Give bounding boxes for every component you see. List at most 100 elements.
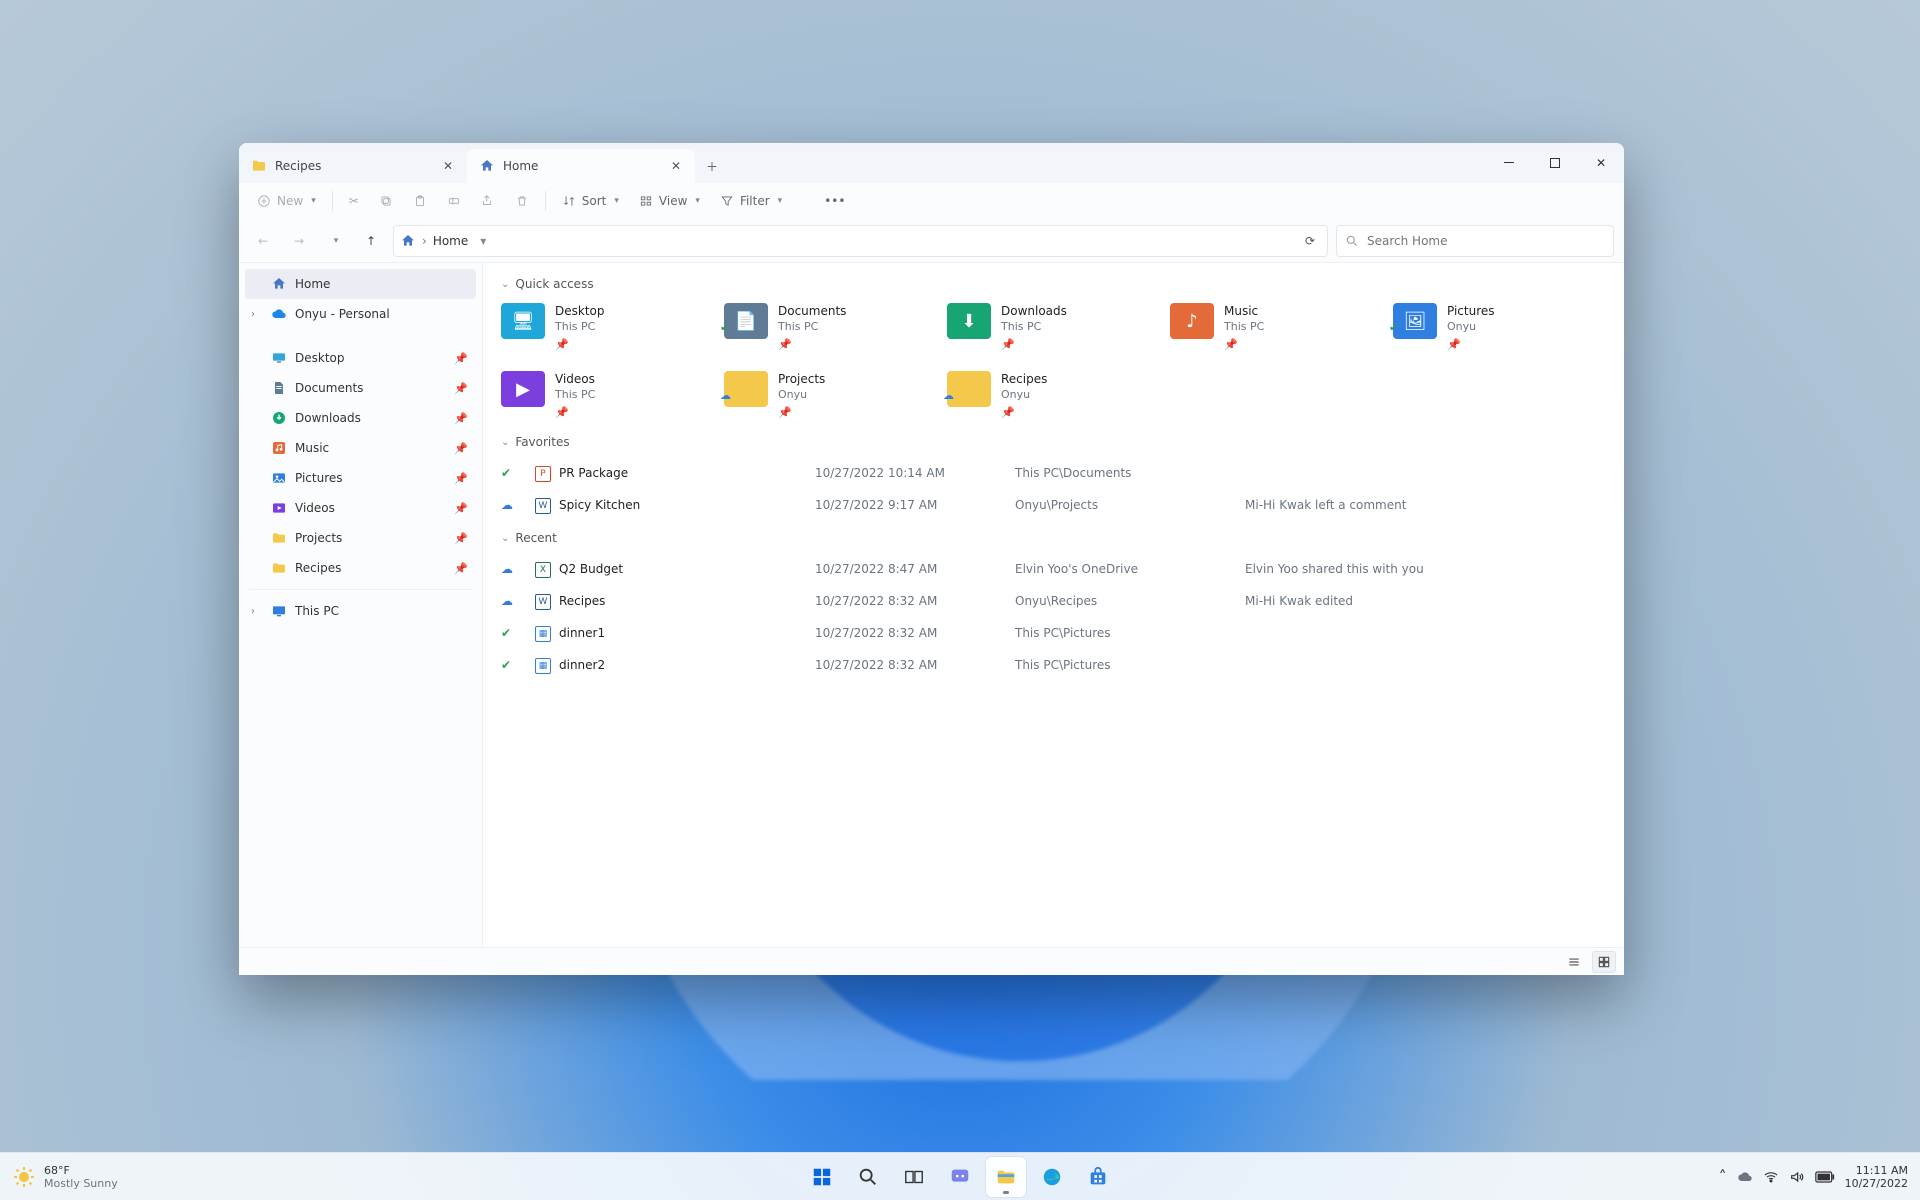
search-box[interactable]	[1336, 225, 1614, 257]
volume-icon[interactable]	[1789, 1169, 1805, 1185]
taskbar-app-explorer[interactable]	[986, 1157, 1026, 1197]
tab-recipes[interactable]: Recipes ✕	[239, 149, 467, 183]
file-row[interactable]: ✔▦dinner110/27/2022 8:32 AMThis PC\Pictu…	[501, 617, 1606, 649]
sidebar-item-music[interactable]: Music📌	[245, 433, 476, 463]
address-crumb[interactable]: Home	[433, 234, 468, 248]
taskbar-app-store[interactable]	[1078, 1157, 1118, 1197]
close-tab-button[interactable]: ✕	[667, 157, 685, 175]
sidebar-item-videos[interactable]: Videos📌	[245, 493, 476, 523]
forward-button[interactable]: →	[285, 227, 313, 255]
file-row[interactable]: ✔PPR Package10/27/2022 10:14 AMThis PC\D…	[501, 457, 1606, 489]
item-location: Onyu	[1001, 387, 1047, 403]
pin-icon: 📌	[454, 442, 468, 455]
sidebar-item-documents[interactable]: Documents📌	[245, 373, 476, 403]
sidebar-item-label: Recipes	[295, 561, 341, 575]
search-button[interactable]	[848, 1157, 888, 1197]
pin-icon: 📌	[1224, 337, 1264, 353]
maximize-button[interactable]	[1532, 143, 1578, 183]
file-row[interactable]: ☁WSpicy Kitchen10/27/2022 9:17 AMOnyu\Pr…	[501, 489, 1606, 521]
share-icon	[481, 194, 495, 208]
chevron-right-icon[interactable]: ›	[251, 309, 255, 320]
more-button[interactable]: •••	[816, 187, 853, 215]
chevron-right-icon[interactable]: ›	[251, 606, 255, 617]
quick-access-item[interactable]: ✔📄DocumentsThis PC📌	[724, 299, 937, 361]
section-favorites[interactable]: ⌄ Favorites	[501, 435, 1606, 449]
wifi-icon[interactable]	[1763, 1169, 1779, 1185]
task-view-button[interactable]	[894, 1157, 934, 1197]
quick-access-item[interactable]: 🖥DesktopThis PC📌	[501, 299, 714, 361]
sidebar-item-projects[interactable]: Projects📌	[245, 523, 476, 553]
chat-button[interactable]	[940, 1157, 980, 1197]
file-type-icon: ▦	[535, 657, 551, 674]
copy-button[interactable]	[371, 187, 401, 215]
sidebar-item-recipes[interactable]: Recipes📌	[245, 553, 476, 583]
thumbnails-view-button[interactable]	[1592, 951, 1616, 973]
folder-icon: ⬇	[947, 303, 991, 339]
tray-overflow-button[interactable]: ˄	[1719, 1167, 1727, 1186]
status-badge: ☁	[501, 562, 535, 576]
delete-button[interactable]	[507, 187, 537, 215]
status-badge: ✔	[501, 626, 535, 640]
weather-widget[interactable]: 68°F Mostly Sunny	[12, 1164, 118, 1190]
filter-button[interactable]: Filter▾	[712, 187, 790, 215]
file-type-icon: ▦	[535, 625, 551, 642]
system-tray[interactable]: ˄ 11:11 AM 10/27/2022	[1719, 1164, 1920, 1190]
file-type-icon: P	[535, 465, 551, 482]
search-input[interactable]	[1367, 234, 1605, 248]
folder-type-icon	[271, 500, 287, 516]
close-window-button[interactable]: ✕	[1578, 143, 1624, 183]
paste-button[interactable]	[405, 187, 435, 215]
minimize-button[interactable]	[1486, 143, 1532, 183]
view-button[interactable]: View▾	[631, 187, 708, 215]
start-button[interactable]	[802, 1157, 842, 1197]
tab-strip: Recipes ✕ Home ✕ ＋ ✕	[239, 143, 1624, 183]
sidebar-item-desktop[interactable]: Desktop📌	[245, 343, 476, 373]
clock[interactable]: 11:11 AM 10/27/2022	[1845, 1164, 1908, 1190]
taskbar-app-edge[interactable]	[1032, 1157, 1072, 1197]
quick-access-item[interactable]: ▶VideosThis PC📌	[501, 367, 714, 429]
file-location: Onyu\Projects	[1015, 498, 1245, 512]
address-dropdown-button[interactable]: ▾	[474, 234, 492, 248]
recent-locations-button[interactable]: ▾	[321, 227, 349, 255]
section-recent[interactable]: ⌄ Recent	[501, 531, 1606, 545]
quick-access-item[interactable]: ✔🖼PicturesOnyu📌	[1393, 299, 1606, 361]
cut-button[interactable]: ✂	[341, 187, 367, 215]
sidebar-item-downloads[interactable]: Downloads📌	[245, 403, 476, 433]
quick-access-item[interactable]: ☁ProjectsOnyu📌	[724, 367, 937, 429]
file-row[interactable]: ☁WRecipes10/27/2022 8:32 AMOnyu\RecipesM…	[501, 585, 1606, 617]
close-tab-button[interactable]: ✕	[439, 157, 457, 175]
item-name: Documents	[778, 303, 846, 319]
share-button[interactable]	[473, 187, 503, 215]
back-button[interactable]: ←	[249, 227, 277, 255]
file-row[interactable]: ☁XQ2 Budget10/27/2022 8:47 AMElvin Yoo's…	[501, 553, 1606, 585]
quick-access-item[interactable]: ⬇DownloadsThis PC📌	[947, 299, 1160, 361]
section-quick-access[interactable]: ⌄ Quick access	[501, 277, 1606, 291]
tab-home[interactable]: Home ✕	[467, 149, 695, 183]
onedrive-tray-icon[interactable]	[1737, 1169, 1753, 1185]
pin-icon: 📌	[1447, 337, 1495, 353]
file-name: dinner2	[559, 658, 605, 672]
address-bar[interactable]: › Home ▾ ⟳	[393, 225, 1328, 257]
new-button[interactable]: New ▾	[249, 187, 324, 215]
chevron-down-icon: ⌄	[501, 437, 509, 448]
details-view-button[interactable]	[1562, 951, 1586, 973]
sidebar-item-this-pc[interactable]: › This PC	[245, 596, 476, 626]
sidebar-item-onedrive[interactable]: › Onyu - Personal	[245, 299, 476, 329]
sidebar-item-pictures[interactable]: Pictures📌	[245, 463, 476, 493]
rename-button[interactable]	[439, 187, 469, 215]
sort-button[interactable]: Sort▾	[554, 187, 627, 215]
file-row[interactable]: ✔▦dinner210/27/2022 8:32 AMThis PC\Pictu…	[501, 649, 1606, 681]
up-button[interactable]: ↑	[357, 227, 385, 255]
file-location: This PC\Pictures	[1015, 658, 1245, 672]
pin-icon: 📌	[1001, 337, 1067, 353]
battery-icon[interactable]	[1815, 1171, 1835, 1183]
pin-icon: 📌	[454, 502, 468, 515]
sidebar-item-home[interactable]: Home	[245, 269, 476, 299]
folder-icon: 🖥	[501, 303, 545, 339]
new-tab-button[interactable]: ＋	[695, 149, 729, 183]
quick-access-item[interactable]: ♪MusicThis PC📌	[1170, 299, 1383, 361]
quick-access-item[interactable]: ☁RecipesOnyu📌	[947, 367, 1160, 429]
refresh-button[interactable]: ⟳	[1299, 234, 1321, 248]
item-name: Recipes	[1001, 371, 1047, 387]
file-location: This PC\Documents	[1015, 466, 1245, 480]
